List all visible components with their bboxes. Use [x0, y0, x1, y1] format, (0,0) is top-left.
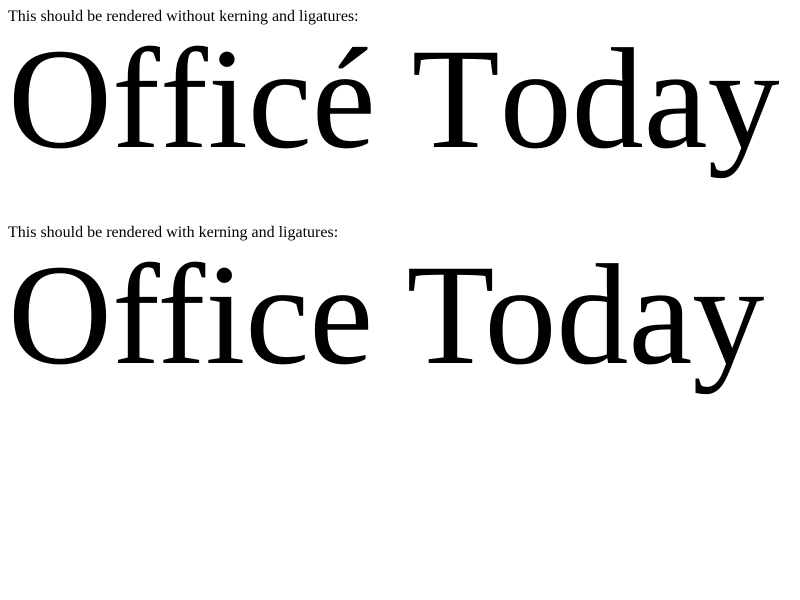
sample-text-with-kerning: Office Today [8, 236, 765, 395]
sample-text-without-kerning: Officé Today [8, 20, 780, 179]
